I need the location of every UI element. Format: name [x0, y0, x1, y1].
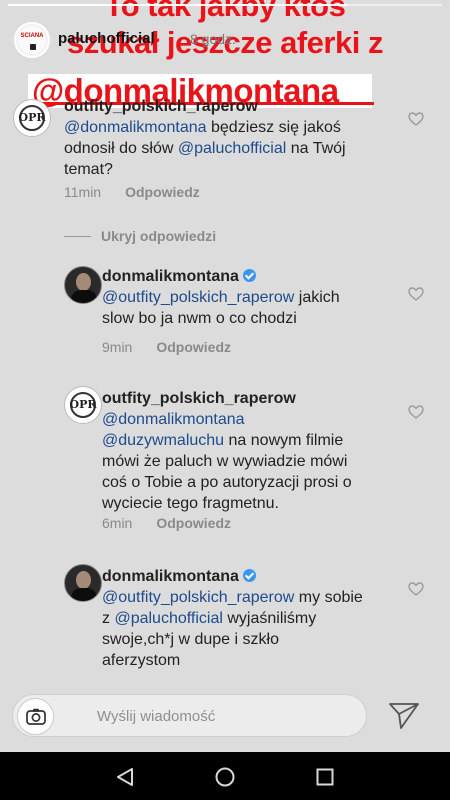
comment-text: @outfity_polskich_raperow my sobie z @pal… [102, 587, 402, 671]
story-time: 8 godz. [190, 31, 236, 47]
comment-text-segment: wyciecie tego fragmetnu. [102, 495, 279, 512]
story-avatar[interactable]: SCIANA [14, 22, 50, 58]
story-progress-fill [8, 4, 347, 6]
comment-text-segment: slow bo ja nwm o co chodzi [102, 310, 297, 327]
comment-line: coś o Tobie a po autoryzacji prosi o [102, 472, 402, 493]
home-button[interactable] [214, 766, 236, 788]
comment-text-segment: my sobie [294, 589, 363, 606]
comment-time: 6min [102, 515, 133, 531]
comment-line: mówi że paluch w wywiadzie mówi [102, 451, 402, 472]
comment-line: @outfity_polskich_raperow my sobie [102, 587, 402, 608]
avatar[interactable] [64, 564, 102, 602]
comment-line: @donmalikmontana będziesz się jakoś [64, 117, 399, 138]
comment-meta: 9min Odpowiedz [102, 339, 231, 355]
comment-username[interactable]: donmalikmontana [102, 268, 239, 285]
comment-text-segment: odnosił do słów [64, 140, 178, 157]
comment-line: @outfity_polskich_raperow jakich [102, 287, 402, 308]
heart-icon[interactable] [408, 405, 424, 419]
story-avatar-text: SCIANA [20, 33, 44, 39]
reply-button[interactable]: Odpowiedz [125, 184, 200, 200]
comment-text: @donmalikmontana @duzywmaluchu na nowym f… [102, 409, 402, 514]
message-input-bar: Wyślij wiadomość [0, 686, 450, 746]
comment-text-segment: swoje,ch*j w dupe i szkło [102, 631, 279, 648]
avatar[interactable] [64, 266, 102, 304]
comment-username[interactable]: outfity_polskich_raperow [64, 98, 258, 115]
comment-line: swoje,ch*j w dupe i szkło [102, 629, 402, 650]
android-nav-bar [0, 752, 450, 800]
mention-link[interactable]: @donmalikmontana [102, 411, 245, 428]
comment-text-segment: coś o Tobie a po autoryzacji prosi o [102, 474, 352, 491]
avatar[interactable]: OPR [64, 386, 102, 424]
comment-text-segment: wyjaśniliśmy [222, 610, 317, 627]
comment-line: wyciecie tego fragmetnu. [102, 493, 402, 514]
heart-icon[interactable] [408, 112, 424, 126]
avatar-face [76, 273, 91, 291]
avatar-face [76, 571, 91, 589]
comment-body: donmalikmontana @outfity_polskich_rapero… [102, 266, 402, 329]
hide-replies-label: Ukryj odpowiedzi [101, 228, 217, 244]
comment-text-segment: aferzystom [102, 652, 181, 669]
mention-link[interactable]: @outfity_polskich_raperow [102, 589, 294, 606]
recent-apps-button[interactable] [314, 766, 336, 788]
comment-text-segment: na nowym filmie [224, 432, 344, 449]
comment-line: temat? [64, 159, 399, 180]
comment-username[interactable]: donmalikmontana [102, 568, 239, 585]
divider [64, 236, 91, 237]
comment-body: outfity_polskich_raperow @donmalikmontan… [64, 96, 399, 180]
back-icon [117, 768, 133, 786]
comment-text: @donmalikmontana będziesz się jakoś odnos… [64, 117, 399, 180]
avatar-monogram-icon: OPR [18, 111, 46, 124]
send-icon [389, 703, 419, 729]
story-progress-bar [8, 4, 442, 6]
comment-time: 11min [64, 184, 102, 200]
comment-line: @duzywmaluchu na nowym filmie [102, 430, 402, 451]
camera-button[interactable] [17, 698, 54, 735]
avatar[interactable]: OPR [13, 99, 51, 137]
reply-button[interactable]: Odpowiedz [156, 339, 231, 355]
comment-text-segment: temat? [64, 161, 113, 178]
verified-badge-icon [242, 569, 256, 582]
comment-body: donmalikmontana @outfity_polskich_rapero… [102, 566, 402, 671]
heart-icon[interactable] [408, 582, 424, 596]
avatar-body [71, 588, 97, 601]
reply-button[interactable]: Odpowiedz [156, 515, 231, 531]
comment-text-segment: jakich [294, 289, 340, 306]
comment-line: slow bo ja nwm o co chodzi [102, 308, 402, 329]
mention-link[interactable]: @donmalikmontana [64, 119, 207, 136]
recent-apps-icon [316, 768, 334, 786]
comment-line: @donmalikmontana [102, 409, 402, 430]
comment-line: aferzystom [102, 650, 402, 671]
mention-link[interactable]: @paluchofficial [114, 610, 222, 627]
comment-text-segment: mówi że paluch w wywiadzie mówi [102, 453, 348, 470]
send-button[interactable] [388, 702, 420, 730]
mention-link[interactable]: @outfity_polskich_raperow [102, 289, 294, 306]
avatar-monogram-icon: OPR [69, 398, 97, 411]
mention-link[interactable]: @duzywmaluchu [102, 432, 224, 449]
comment-text: @outfity_polskich_raperow jakich slow bo … [102, 287, 402, 329]
comment-text-segment: na Twój [286, 140, 346, 157]
comment-text-segment: będziesz się jakoś [206, 119, 341, 136]
comment-meta: 11min Odpowiedz [64, 184, 200, 200]
comment-line: odnosił do słów @paluchofficial na Twój [64, 138, 399, 159]
verified-badge-icon [242, 269, 256, 282]
comment-username[interactable]: outfity_polskich_raperow [102, 390, 296, 407]
comment-text-segment: z [102, 610, 115, 627]
comment-time: 9min [102, 339, 133, 355]
heart-icon[interactable] [408, 287, 424, 301]
story-avatar-mark [30, 44, 36, 50]
comment-body: outfity_polskich_raperow @donmalikmontan… [102, 388, 402, 514]
comment-meta: 6min Odpowiedz [102, 515, 231, 531]
home-icon [215, 767, 235, 787]
message-input-placeholder: Wyślij wiadomość [97, 708, 216, 725]
story-username[interactable]: paluchofficial [58, 30, 155, 47]
back-button[interactable] [114, 766, 136, 788]
camera-icon [26, 708, 46, 725]
mention-link[interactable]: @paluchofficial [178, 140, 286, 157]
avatar-body [71, 290, 97, 303]
comment-line: z @paluchofficial wyjaśniliśmy [102, 608, 402, 629]
